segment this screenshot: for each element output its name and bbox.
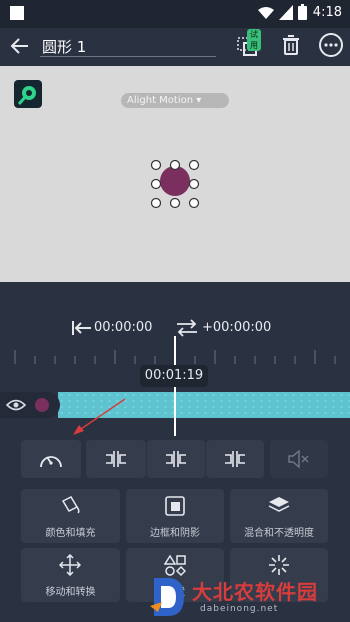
more-options-icon[interactable] xyxy=(318,32,344,58)
split-button[interactable] xyxy=(147,440,205,478)
title-underline xyxy=(40,56,216,57)
move-transform-button[interactable]: 移动和转换 xyxy=(21,548,120,602)
jump-to-start-icon[interactable] xyxy=(71,320,93,336)
split-icon xyxy=(166,451,186,467)
blend-opacity-label: 混合和不透明度 xyxy=(244,528,314,539)
signal-icon xyxy=(279,5,293,20)
eyedropper-button[interactable] xyxy=(14,80,42,108)
color-fill-button[interactable]: 颜色和填充 xyxy=(21,489,120,543)
site-logo-icon xyxy=(150,578,184,616)
mute-icon xyxy=(288,449,309,469)
start-timecode[interactable]: 00:00:00 xyxy=(94,320,152,335)
swap-arrows-icon[interactable] xyxy=(176,319,198,337)
color-fill-label: 颜色和填充 xyxy=(45,528,96,539)
layer-title[interactable]: 圆形 1 xyxy=(42,36,86,57)
status-bar: 4:18 xyxy=(0,0,350,28)
speed-button[interactable] xyxy=(21,440,81,478)
preview-canvas[interactable]: Alight Motion ▾ xyxy=(0,66,350,282)
eyedropper-icon xyxy=(17,86,36,105)
split-right-icon xyxy=(225,451,245,467)
mute-button[interactable] xyxy=(270,440,328,478)
battery-icon xyxy=(298,4,307,20)
current-time: 00:01:19 xyxy=(140,365,208,387)
split-right-button[interactable] xyxy=(206,440,264,478)
split-left-icon xyxy=(106,451,126,467)
notification-icon xyxy=(10,6,24,20)
offset-timecode[interactable]: +00:00:00 xyxy=(202,320,271,335)
border-shadow-button[interactable]: 边框和阴影 xyxy=(126,489,224,543)
circle-shape-selection[interactable] xyxy=(150,158,202,210)
wifi-icon xyxy=(258,7,274,19)
layers-icon xyxy=(268,497,290,512)
status-time: 4:18 xyxy=(312,5,342,20)
duplicate-button[interactable]: 试用 xyxy=(236,29,261,58)
layer-color-dot xyxy=(35,398,49,412)
app-bar: 圆形 1 试用 xyxy=(0,28,350,66)
eye-icon[interactable] xyxy=(6,398,26,412)
paint-bucket-icon xyxy=(61,496,80,514)
move-icon xyxy=(59,554,81,576)
speedometer-icon xyxy=(40,456,62,468)
alight-motion-watermark[interactable]: Alight Motion ▾ xyxy=(121,93,229,108)
site-url: dabeinong.net xyxy=(200,604,279,614)
move-transform-label: 移动和转换 xyxy=(45,587,96,598)
border-shadow-label: 边框和阴影 xyxy=(150,528,200,539)
trial-badge: 试用 xyxy=(247,29,261,51)
border-shadow-icon xyxy=(165,496,185,516)
trash-icon[interactable] xyxy=(281,34,301,56)
annotation-arrow xyxy=(73,398,126,435)
blend-opacity-button[interactable]: 混合和不透明度 xyxy=(230,489,328,543)
back-arrow-icon[interactable] xyxy=(8,35,30,57)
split-left-button[interactable] xyxy=(86,440,146,478)
editor-panel: 00:00:00 +00:00:00 00:01:19 颜色和填充 边框和阴影 … xyxy=(0,282,350,622)
site-watermark: 大北农软件园 dabeinong.net xyxy=(140,572,350,622)
site-name: 大北农软件园 xyxy=(192,580,318,604)
